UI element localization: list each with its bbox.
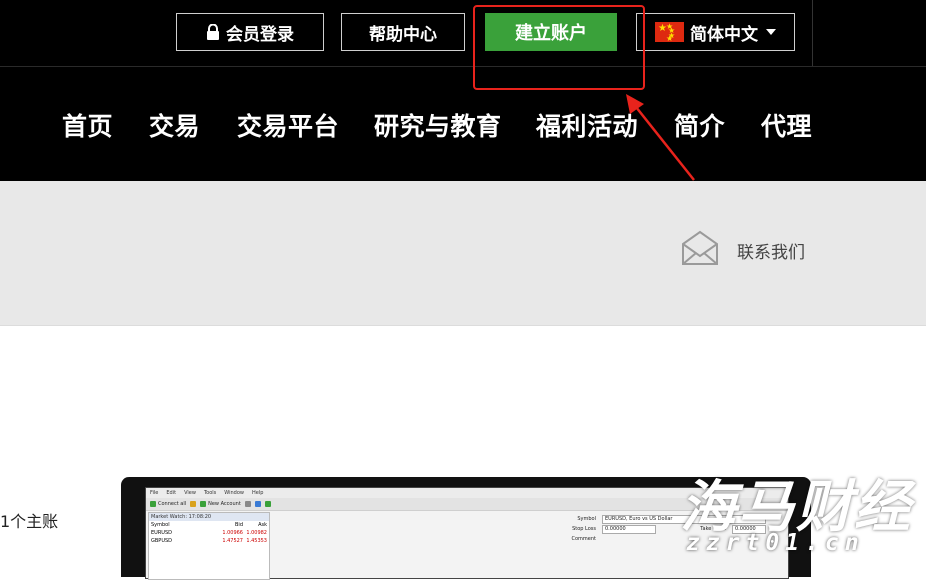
column-bid: Bid [235,522,243,528]
contact-us-link[interactable]: 联系我们 [681,230,805,270]
connect-icon [150,501,156,507]
main-nav: 首页 交易 交易平台 研究与教育 福利活动 简介 代理 [0,67,926,181]
market-watch-panel: Market Watch: 17:08:20 Symbol Bid Ask EU… [148,512,270,580]
contact-band: 联系我们 [0,181,926,326]
highlight-box [473,5,645,90]
member-login-button[interactable]: 会员登录 [176,13,324,51]
intro-text: 1个主账 [0,512,59,531]
tool-icon [244,501,251,507]
chart-icon [190,501,197,507]
tool-icon [254,501,261,507]
menu-edit: Edit [166,490,177,496]
new-account-label: New Account [208,501,241,507]
row-ask: 1.00982 [246,530,267,536]
nav-item-research-education[interactable]: 研究与教育 [374,107,502,143]
stop-loss-label: Stop Loss [572,526,596,532]
connect-all-label: Connect all [158,501,187,507]
menu-view: View [184,490,196,496]
watermark: 海马财经 zzrt01.cn [672,458,926,560]
help-center-button[interactable]: 帮助中心 [341,13,465,51]
contact-us-label: 联系我们 [737,242,805,263]
symbol-label: Symbol [577,516,596,522]
lock-icon [206,24,220,40]
stop-loss-field: 0.00000 [602,525,656,534]
top-bar: 会员登录 帮助中心 建立账户 ★ ★ ★ ★ ★ 简体中文 [0,0,926,66]
language-label: 简体中文 [690,24,758,45]
menu-file: File [150,490,159,496]
row-bid: 1.00966 [222,530,243,536]
comment-label: Comment [571,536,597,542]
member-login-label: 会员登录 [226,24,294,45]
new-account-tool: New Account [200,501,241,507]
nav-item-home[interactable]: 首页 [62,107,113,143]
help-center-label: 帮助中心 [369,24,437,45]
column-symbol: Symbol [151,522,170,528]
menu-help: Help [251,490,264,496]
row-bid: 1.47527 [222,538,243,544]
row-symbol: GBPUSD [151,538,173,544]
nav-item-partners[interactable]: 代理 [761,107,812,143]
connect-all-tool: Connect all [150,501,186,507]
watermark-url: zzrt01.cn [686,530,865,556]
new-account-icon [200,501,207,507]
row-ask: 1.45353 [246,538,267,544]
topbar-divider [812,0,813,66]
language-selector[interactable]: ★ ★ ★ ★ ★ 简体中文 [636,13,795,51]
market-watch-header: Market Watch: 17:08:20 [149,513,269,521]
column-ask: Ask [258,522,267,528]
nav-item-platforms[interactable]: 交易平台 [237,107,339,143]
tool-icon [264,501,271,507]
china-flag-icon: ★ ★ ★ ★ ★ [655,22,684,43]
table-row: EURUSD 1.00966 1.00982 [149,529,269,537]
nav-item-trading[interactable]: 交易 [149,107,200,143]
menu-tools: Tools [203,490,217,496]
row-symbol: EURUSD [151,530,172,536]
annotation-arrow [626,94,695,181]
table-row: GBPUSD 1.47527 1.45353 [149,537,269,545]
market-watch-columns: Symbol Bid Ask [149,521,269,529]
envelope-icon [681,230,719,270]
menu-window: Window [224,490,244,496]
chevron-down-icon [766,29,776,35]
